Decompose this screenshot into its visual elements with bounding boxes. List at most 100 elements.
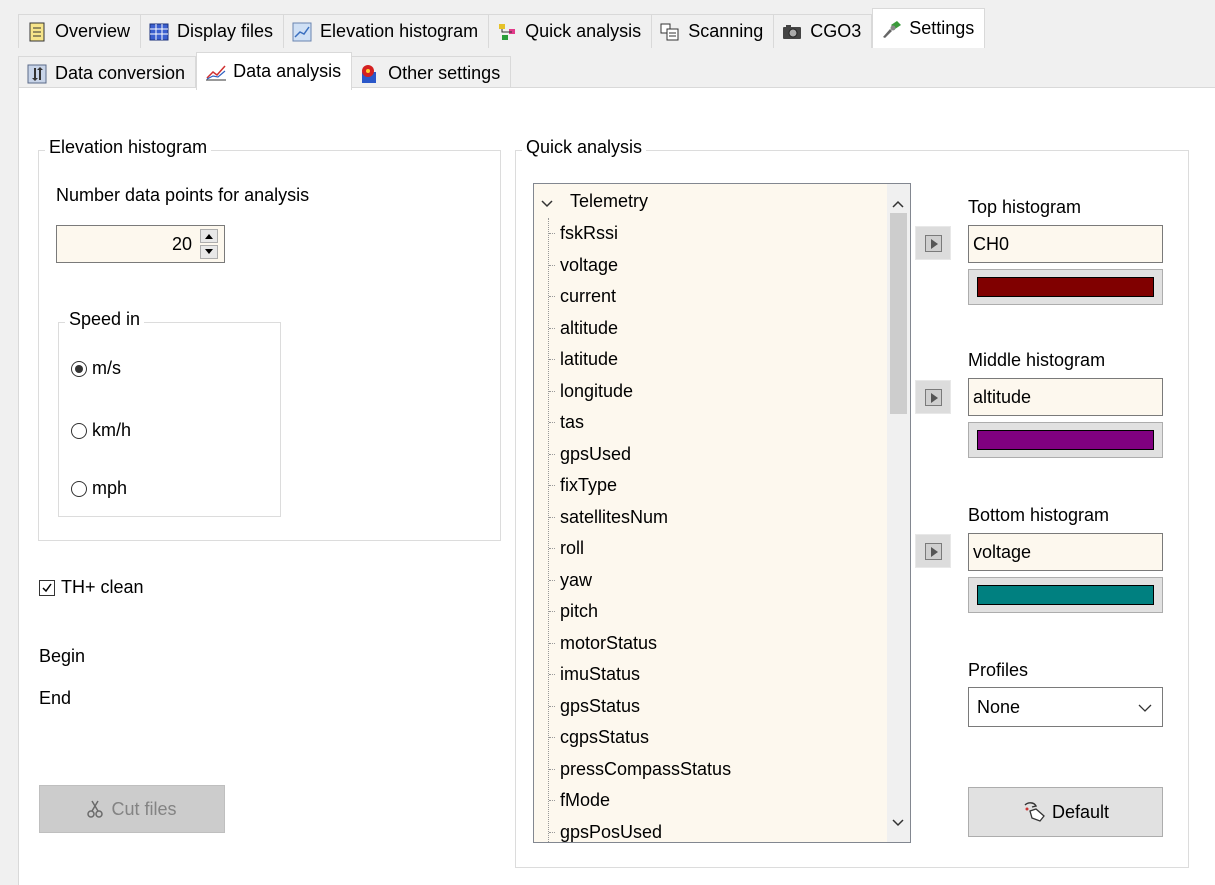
top-histogram-assign-button[interactable] [915,226,951,260]
radio-m-s[interactable]: m/s [71,358,121,379]
tab-label: CGO3 [810,21,862,41]
radio-mph[interactable]: mph [71,478,127,499]
tree-connector [549,831,555,834]
spin-up-button[interactable] [200,229,218,243]
tree-item[interactable]: gpsUsed [560,440,631,468]
profiles-dropdown[interactable]: None [968,687,1163,727]
tree-item[interactable]: satellitesNum [560,503,668,531]
tree-connector [549,768,555,771]
top-histogram-color-swatch [977,277,1154,297]
cut-files-button[interactable]: Cut files [39,785,225,833]
tree-item[interactable]: roll [560,534,584,562]
tree-connector [549,390,555,393]
tab-elevation-histogram[interactable]: Elevation histogram [284,14,490,48]
quick-analysis-icon [497,22,517,42]
data-points-value: 20 [171,234,192,254]
top-histogram-label: Top histogram [968,197,1082,217]
data-points-label: Number data points for analysis [56,185,310,205]
tree-item[interactable]: gpsStatus [560,692,640,720]
tree-root-telemetry[interactable]: Telemetry [570,187,648,215]
radio-label: km/h [92,420,132,440]
radio-label: m/s [92,358,121,378]
tab-other-settings[interactable]: Other settings [352,56,512,90]
tab-data-conversion[interactable]: Data conversion [18,56,197,90]
profiles-label: Profiles [968,660,1029,680]
tree-item[interactable]: fskRssi [560,219,618,247]
radio-km-h[interactable]: km/h [71,420,131,441]
tree-connector [549,642,555,645]
settings-sub-tab-bar: Data conversion Data analysis Other sett… [18,52,512,90]
end-label: End [39,688,72,708]
tree-item[interactable]: tas [560,408,584,436]
speed-in-legend: Speed in [65,309,145,330]
tab-scanning[interactable]: Scanning [652,14,775,48]
tree-item[interactable]: gpsPosUsed [560,818,662,843]
top-histogram-field[interactable]: CH0 [968,225,1163,263]
middle-histogram-color-button[interactable] [968,422,1163,458]
tree-connector [549,327,555,330]
scroll-thumb[interactable] [890,213,907,414]
tree-item[interactable]: longitude [560,377,633,405]
top-histogram-color-button[interactable] [968,269,1163,305]
tab-label: Other settings [388,63,501,83]
tab-display-files[interactable]: Display files [141,14,285,48]
data-analysis-icon [205,62,227,82]
telemetry-tree[interactable]: Telemetry fskRssi voltage current altitude l… [533,183,911,843]
tab-settings[interactable]: Settings [872,8,986,48]
tree-item[interactable]: altitude [560,314,618,342]
tree-connector [549,233,555,235]
settings-icon [881,19,902,39]
tree-root-expander[interactable] [540,194,554,215]
chevron-down-icon [541,200,553,208]
tree-connector [549,296,555,298]
tree-item[interactable]: cgpsStatus [560,723,649,751]
middle-histogram-assign-button[interactable] [915,380,951,414]
radio-circle [71,480,87,497]
tree-item[interactable]: yaw [560,566,592,594]
histogram-icon [292,22,312,42]
radio-circle [71,360,87,377]
bottom-histogram-field[interactable]: voltage [968,533,1163,571]
tree-scrollbar[interactable] [887,184,910,842]
tab-label: Data analysis [233,61,342,81]
tree-item[interactable]: voltage [560,251,618,279]
bottom-histogram-label: Bottom histogram [968,505,1110,525]
tab-quick-analysis[interactable]: Quick analysis [489,14,653,48]
default-button[interactable]: Default [968,787,1163,837]
overview-icon [27,22,47,42]
tree-connector [549,611,555,613]
bottom-histogram-color-button[interactable] [968,577,1163,613]
data-points-spinner[interactable]: 20 [56,225,225,263]
bottom-histogram-assign-button[interactable] [915,534,951,568]
play-icon [925,543,942,560]
tree-item[interactable]: motorStatus [560,629,657,657]
tree-item[interactable]: latitude [560,345,618,373]
tree-item[interactable]: imuStatus [560,660,640,688]
tab-label: Overview [55,21,131,41]
tab-cgo3[interactable]: CGO3 [774,14,873,48]
th-clean-checkbox[interactable]: TH+ clean [39,577,144,598]
spin-down-button[interactable] [200,245,218,259]
tab-data-analysis[interactable]: Data analysis [196,52,353,90]
tree-connector [549,737,555,739]
tree-item[interactable]: fMode [560,786,610,814]
quick-analysis-legend: Quick analysis [522,137,647,158]
play-icon [925,235,942,252]
tab-label: Quick analysis [525,21,642,41]
tree-connector [549,516,555,519]
scroll-down-arrow[interactable] [892,811,904,832]
tree-item[interactable]: pitch [560,597,598,625]
tab-overview[interactable]: Overview [18,14,142,48]
main-tab-bar: Overview Display files Elevation histogr… [18,8,986,48]
radio-circle [71,422,87,439]
tree-item[interactable]: current [560,282,616,310]
tab-label: Elevation histogram [320,21,479,41]
scissors-icon [87,799,104,819]
tab-label: Settings [909,18,975,38]
tree-item[interactable]: fixType [560,471,617,499]
scroll-up-arrow[interactable] [892,192,904,213]
middle-histogram-field[interactable]: altitude [968,378,1163,416]
tree-item[interactable]: pressCompassStatus [560,755,731,783]
tab-label: Display files [177,21,274,41]
tree-connector [549,453,555,456]
